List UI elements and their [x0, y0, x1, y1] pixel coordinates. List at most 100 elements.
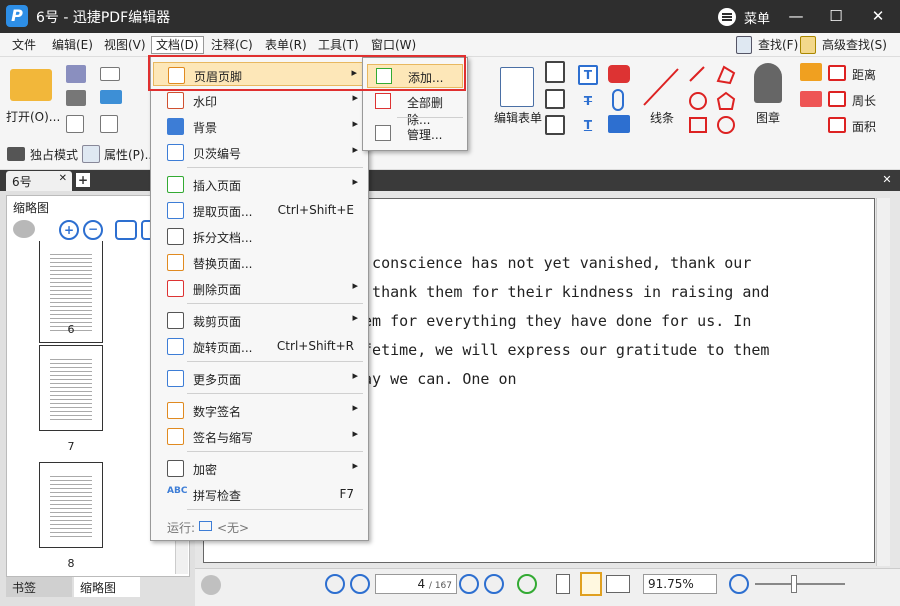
menu-item-encrypt[interactable]: 加密 ▸ [153, 456, 366, 480]
textbox-icon[interactable] [545, 89, 565, 109]
perimeter-button[interactable]: 周长 [852, 92, 876, 109]
app-menu-button[interactable]: 菜单 [744, 8, 770, 27]
eraser-icon[interactable] [800, 91, 822, 107]
zoom-slider-handle[interactable] [791, 575, 797, 593]
pencil-icon[interactable] [800, 63, 822, 81]
open-button[interactable]: 打开(O)... [6, 108, 60, 125]
continuous-page-icon[interactable] [580, 572, 602, 596]
document-scrollbar[interactable] [876, 198, 890, 566]
document-menu: 页眉页脚 ▸ 水印 ▸ 背景 ▸ 贝茨编号 ▸ 插入页面 ▸ 提取页面... C… [150, 55, 369, 541]
menu-item-background[interactable]: 背景 ▸ [153, 114, 366, 138]
solo-mode-button[interactable]: 独占模式 [30, 146, 78, 163]
menu-document[interactable]: 文档(D) [151, 36, 204, 54]
menu-item-bates[interactable]: 贝茨编号 ▸ [153, 140, 366, 164]
menu-item-label: 删除页面 [193, 283, 242, 297]
menu-item-crop-page[interactable]: 裁剪页面 ▸ [153, 308, 366, 332]
area-button[interactable]: 面积 [852, 118, 876, 135]
edit-form-button[interactable]: 编辑表单 [494, 109, 542, 126]
zoom-in-icon[interactable]: + [59, 220, 79, 240]
menu-item-label: 数字签名 [193, 405, 242, 419]
shape-tools-icon[interactable] [686, 63, 738, 137]
menu-item-spell-check[interactable]: ABC 拼写检查 F7 [153, 482, 366, 506]
minimize-button[interactable]: — [782, 4, 810, 28]
first-page-icon[interactable] [325, 574, 345, 594]
facing-page-icon[interactable] [606, 575, 630, 593]
menu-item-more-pages[interactable]: 更多页面 ▸ [153, 366, 366, 390]
maximize-button[interactable]: ☐ [822, 4, 850, 28]
submenu-item-manage[interactable]: 管理... [367, 122, 463, 146]
strikeout-icon[interactable]: T [578, 91, 598, 111]
menu-tools[interactable]: 工具(T) [314, 36, 363, 54]
page-thumbnail-8[interactable] [39, 462, 103, 548]
rotate-left-icon[interactable] [115, 220, 137, 240]
find-button[interactable]: 查找(F) [754, 36, 802, 54]
menu-view[interactable]: 视图(V) [100, 36, 150, 54]
zoom-out-icon[interactable]: − [83, 220, 103, 240]
tab-document[interactable]: 6号 ✕ [6, 171, 72, 191]
menu-separator [187, 509, 363, 510]
page-thumbnail-7[interactable] [39, 345, 103, 431]
tab-close-icon[interactable]: ✕ [59, 173, 67, 184]
menu-item-replace-page[interactable]: 替换页面... [153, 250, 366, 274]
edit-form-icon[interactable] [500, 67, 534, 107]
menu-item-delete-page[interactable]: 删除页面 ▸ [153, 276, 366, 300]
menu-item-split-document[interactable]: 拆分文档... [153, 224, 366, 248]
properties-button[interactable]: 属性(P)... [104, 146, 156, 163]
prev-page-icon[interactable] [350, 574, 370, 594]
typewriter-icon[interactable] [545, 61, 565, 83]
menu-item-insert-page[interactable]: 插入页面 ▸ [153, 172, 366, 196]
stamp-button[interactable]: 图章 [756, 109, 780, 126]
open-folder-icon[interactable] [10, 69, 52, 101]
menu-item-rotate-page[interactable]: 旋转页面... Ctrl+Shift+R [153, 334, 366, 358]
distance-button[interactable]: 距离 [852, 66, 876, 83]
submenu-arrow-icon: ▸ [352, 369, 358, 382]
callout-icon[interactable] [545, 115, 565, 135]
advanced-find-icon [800, 36, 816, 54]
back-icon[interactable] [517, 574, 537, 594]
zoom-out-button[interactable] [729, 574, 749, 594]
lines-button[interactable]: 线条 [650, 109, 674, 126]
menu-item-extract-page[interactable]: 提取页面... Ctrl+Shift+E [153, 198, 366, 222]
menu-item-run[interactable]: 运行: <无> [153, 514, 366, 538]
menu-form[interactable]: 表单(R) [261, 36, 311, 54]
zoom-select[interactable]: 91.75% [643, 574, 717, 594]
tab-bookmarks[interactable]: 书签 [6, 577, 72, 597]
menu-item-sign-initials[interactable]: 签名与缩写 ▸ [153, 424, 366, 448]
menu-comment[interactable]: 注释(C) [207, 36, 257, 54]
scan-icon[interactable] [100, 90, 122, 104]
zoom-slider[interactable] [755, 583, 845, 585]
menu-window[interactable]: 窗口(W) [367, 36, 420, 54]
run-value: <无> [217, 521, 250, 535]
page-input[interactable]: 4 / 167 [375, 574, 457, 594]
settings-gear-icon[interactable] [13, 220, 35, 238]
next-page-icon[interactable] [459, 574, 479, 594]
replace-page-icon [167, 254, 184, 271]
note-icon[interactable] [608, 65, 630, 83]
save-icon[interactable] [66, 65, 86, 83]
new-document-icon[interactable] [100, 115, 118, 133]
text-tool-icon[interactable]: T [578, 65, 598, 85]
last-page-icon[interactable] [484, 574, 504, 594]
status-settings-icon[interactable] [201, 575, 221, 595]
close-document-icon[interactable]: ✕ [880, 173, 894, 187]
menu-file[interactable]: 文件 [8, 36, 40, 54]
menu-item-watermark[interactable]: 水印 ▸ [153, 88, 366, 112]
hamburger-menu-icon[interactable] [718, 8, 736, 26]
single-page-icon[interactable] [556, 574, 570, 594]
export-icon[interactable] [66, 115, 84, 133]
close-button[interactable]: ✕ [864, 4, 892, 28]
print-icon[interactable] [66, 90, 86, 106]
tab-thumbnails[interactable]: 缩略图 [74, 577, 140, 597]
attach-icon[interactable] [612, 89, 624, 111]
new-tab-icon[interactable]: + [76, 173, 90, 187]
email-icon[interactable] [100, 67, 120, 81]
advanced-find-button[interactable]: 高级查找(S) [818, 36, 891, 54]
stamp-icon[interactable] [754, 63, 782, 103]
submenu-arrow-icon: ▸ [352, 279, 358, 292]
line-tool-icon[interactable] [640, 65, 680, 109]
sound-icon[interactable] [608, 115, 630, 133]
menu-item-digital-signature[interactable]: 数字签名 ▸ [153, 398, 366, 422]
underline-icon[interactable]: T [578, 115, 598, 135]
submenu-item-delete-all[interactable]: 全部删除... [367, 90, 463, 127]
menu-edit[interactable]: 编辑(E) [48, 36, 97, 54]
